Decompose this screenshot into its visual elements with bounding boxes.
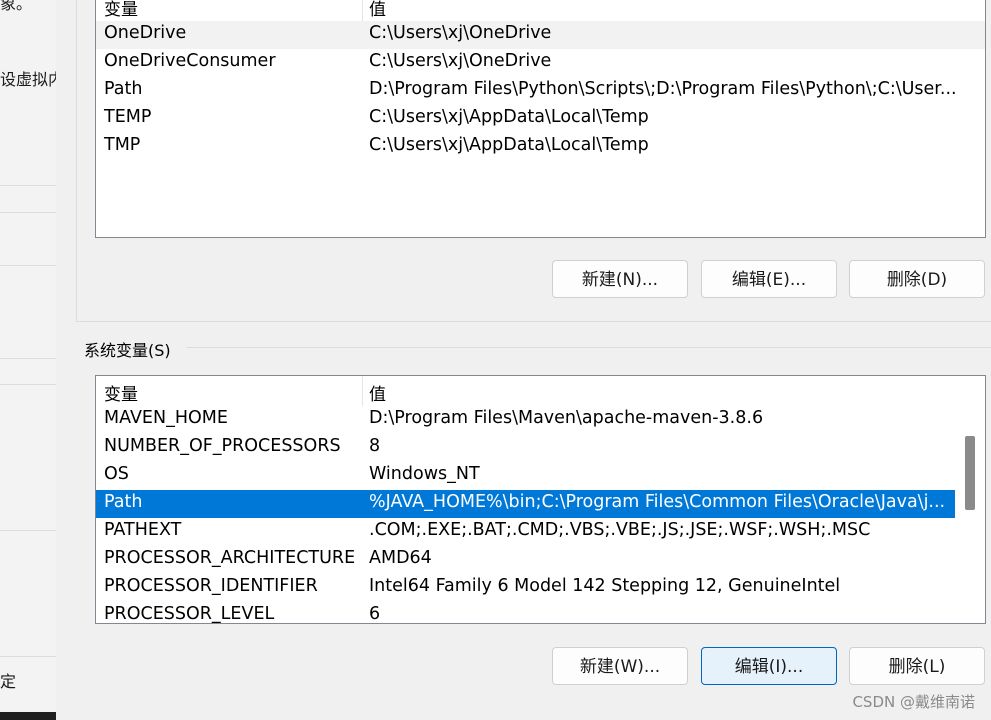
divider <box>0 212 56 213</box>
divider <box>0 358 56 359</box>
variable-value: 8 <box>369 436 381 456</box>
column-divider[interactable] <box>362 0 363 21</box>
variable-name: TMP <box>104 135 141 155</box>
scrollbar-thumb[interactable] <box>965 436 975 510</box>
variable-name: PROCESSOR_ARCHITECTURE <box>104 548 356 568</box>
variable-value: %JAVA_HOME%\bin;C:\Program Files\Common … <box>369 492 946 512</box>
variable-name: TEMP <box>104 107 152 127</box>
variable-name: PROCESSOR_LEVEL <box>104 604 275 624</box>
list-item[interactable]: MAVEN_HOME D:\Program Files\Maven\apache… <box>96 406 955 434</box>
list-item[interactable]: PROCESSOR_ARCHITECTURE AMD64 <box>96 546 955 574</box>
background-text-fragment: 定 <box>0 672 17 691</box>
list-item[interactable]: PROCESSOR_LEVEL 6 <box>96 602 955 624</box>
list-item[interactable]: Path D:\Program Files\Python\Scripts\;D:… <box>96 77 985 105</box>
variable-value: C:\Users\xj\OneDrive <box>369 23 552 43</box>
user-variables-list[interactable]: 变量 值 OneDrive C:\Users\xj\OneDrive OneDr… <box>95 0 986 238</box>
column-header-value[interactable]: 值 <box>369 380 386 405</box>
user-edit-button[interactable]: 编辑(E)... <box>701 260 837 298</box>
list-header: 变量 值 <box>96 0 985 21</box>
variable-name: Path <box>104 79 143 99</box>
system-variables-list[interactable]: 变量 值 MAVEN_HOME D:\Program Files\Maven\a… <box>95 375 986 624</box>
group-divider <box>186 347 991 348</box>
variable-name: OneDrive <box>104 23 187 43</box>
watermark: CSDN @戴维南诺 <box>852 693 975 711</box>
variable-name: Path <box>104 492 143 512</box>
variable-name: PROCESSOR_IDENTIFIER <box>104 576 318 596</box>
background-text-fragment: 象。 <box>0 0 33 13</box>
system-variables-label: 系统变量(S) <box>84 341 171 360</box>
variable-value: C:\Users\xj\AppData\Local\Temp <box>369 107 649 127</box>
list-item[interactable]: NUMBER_OF_PROCESSORS 8 <box>96 434 955 462</box>
environment-variables-dialog: 变量 值 OneDrive C:\Users\xj\OneDrive OneDr… <box>56 0 991 720</box>
variable-name: OS <box>104 464 129 484</box>
list-item[interactable]: PROCESSOR_IDENTIFIER Intel64 Family 6 Mo… <box>96 574 955 602</box>
list-item-selected[interactable]: Path %JAVA_HOME%\bin;C:\Program Files\Co… <box>96 490 955 518</box>
system-new-button[interactable]: 新建(W)... <box>552 647 688 685</box>
user-delete-button[interactable]: 删除(D) <box>849 260 985 298</box>
variable-value: D:\Program Files\Python\Scripts\;D:\Prog… <box>369 79 957 99</box>
list-item[interactable]: TEMP C:\Users\xj\AppData\Local\Temp <box>96 105 985 133</box>
divider <box>0 656 56 657</box>
column-header-variable[interactable]: 变量 <box>104 0 138 20</box>
list-item[interactable]: OneDriveConsumer C:\Users\xj\OneDrive <box>96 49 985 77</box>
divider <box>0 265 56 266</box>
variable-name: OneDriveConsumer <box>104 51 276 71</box>
variable-name: NUMBER_OF_PROCESSORS <box>104 436 341 456</box>
divider <box>0 530 56 531</box>
vertical-scrollbar[interactable] <box>955 376 985 623</box>
variable-value: Intel64 Family 6 Model 142 Stepping 12, … <box>369 576 841 596</box>
list-item[interactable]: OneDrive C:\Users\xj\OneDrive <box>96 21 985 49</box>
variable-value: 6 <box>369 604 381 624</box>
variable-value: C:\Users\xj\AppData\Local\Temp <box>369 135 649 155</box>
list-header: 变量 值 <box>96 376 955 406</box>
variable-value: D:\Program Files\Maven\apache-maven-3.8.… <box>369 408 764 428</box>
system-delete-button[interactable]: 删除(L) <box>849 647 985 685</box>
list-item[interactable]: OS Windows_NT <box>96 462 955 490</box>
user-new-button[interactable]: 新建(N)... <box>552 260 688 298</box>
variable-value: AMD64 <box>369 548 432 568</box>
column-header-variable[interactable]: 变量 <box>104 380 138 405</box>
taskbar-edge <box>0 712 56 720</box>
variable-value: Windows_NT <box>369 464 480 484</box>
divider <box>0 185 56 186</box>
background-text-fragment: 设虚拟内 <box>0 70 56 89</box>
background-window: 象。 设虚拟内 定 <box>0 0 57 720</box>
column-divider[interactable] <box>362 376 363 406</box>
column-header-value[interactable]: 值 <box>369 0 386 20</box>
divider <box>0 384 56 385</box>
variable-name: PATHEXT <box>104 520 182 540</box>
variable-name: MAVEN_HOME <box>104 408 228 428</box>
variable-value: C:\Users\xj\OneDrive <box>369 51 552 71</box>
variable-value: .COM;.EXE;.BAT;.CMD;.VBS;.VBE;.JS;.JSE;.… <box>369 520 871 540</box>
list-item[interactable]: TMP C:\Users\xj\AppData\Local\Temp <box>96 133 985 161</box>
system-edit-button[interactable]: 编辑(I)... <box>701 647 837 685</box>
list-item[interactable]: PATHEXT .COM;.EXE;.BAT;.CMD;.VBS;.VBE;.J… <box>96 518 955 546</box>
